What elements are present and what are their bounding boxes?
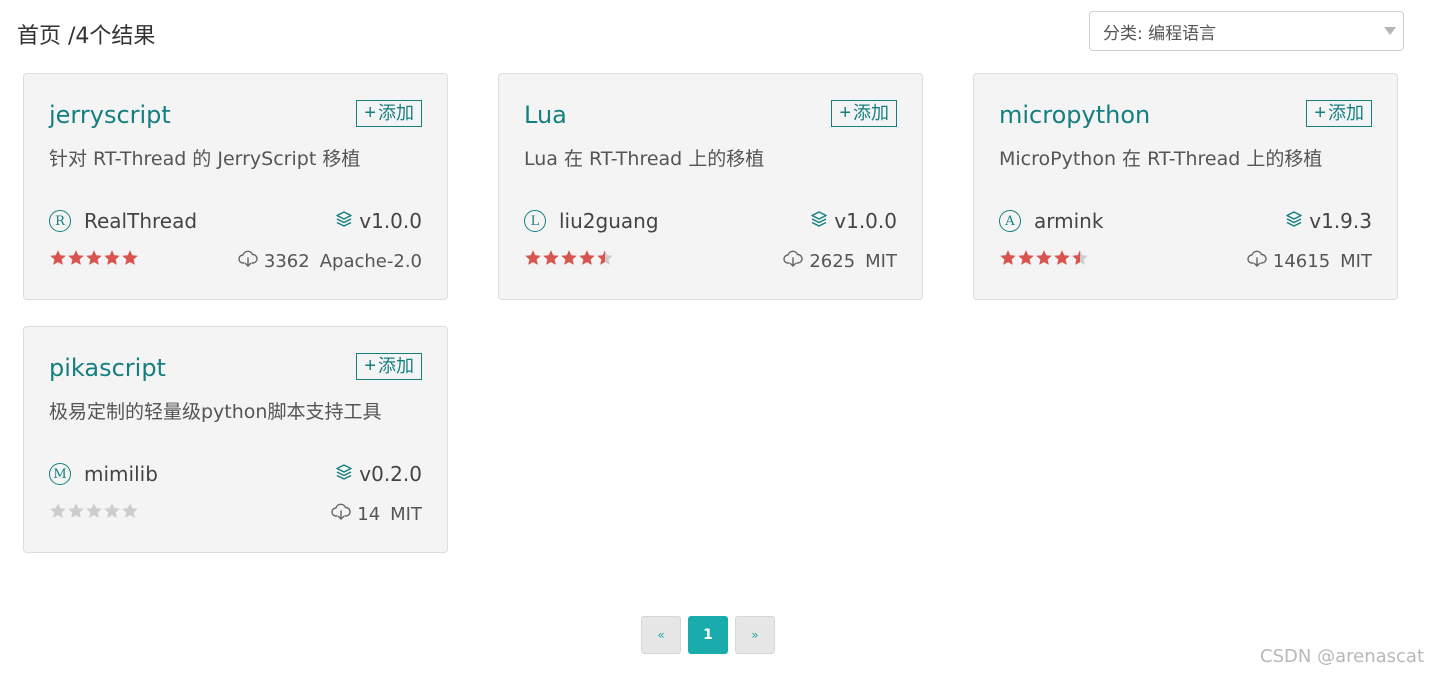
add-button[interactable]: + 添加 xyxy=(831,100,897,127)
star-icon xyxy=(104,503,120,518)
package-description: MicroPython 在 RT-Thread 上的移植 xyxy=(999,148,1323,170)
watermark: CSDN @arenascat xyxy=(1260,646,1424,667)
author-avatar-icon: A xyxy=(999,210,1021,232)
star-icon xyxy=(1018,250,1034,265)
add-button[interactable]: + 添加 xyxy=(1306,100,1372,127)
author-name[interactable]: armink xyxy=(1034,209,1103,233)
version: v0.2.0 xyxy=(335,462,422,486)
package-description: Lua 在 RT-Thread 上的移植 xyxy=(524,148,765,170)
add-button-label: 添加 xyxy=(378,356,414,376)
add-button-label: 添加 xyxy=(1328,103,1364,123)
pagination: « 1 » xyxy=(641,616,775,654)
download-count: 2625 xyxy=(809,251,856,272)
version-text: v1.9.3 xyxy=(1309,209,1372,233)
download-count: 14 xyxy=(357,504,381,525)
rating-stars xyxy=(49,249,139,267)
add-button[interactable]: + 添加 xyxy=(356,353,422,380)
rating-stars xyxy=(49,502,139,520)
star-icon xyxy=(86,250,102,265)
next-page-button[interactable]: » xyxy=(735,616,775,654)
author-name[interactable]: RealThread xyxy=(84,209,197,233)
layers-icon xyxy=(1285,209,1303,233)
version: v1.0.0 xyxy=(335,209,422,233)
cloud-download-icon xyxy=(783,250,804,273)
star-icon xyxy=(597,250,613,265)
add-button-label: 添加 xyxy=(853,103,889,123)
category-select-value: 分类: 编程语言 xyxy=(1103,23,1217,44)
star-icon xyxy=(68,250,84,265)
download-count: 14615 xyxy=(1272,251,1331,272)
star-icon xyxy=(68,503,84,518)
star-icon xyxy=(104,250,120,265)
author-name[interactable]: mimilib xyxy=(84,462,158,486)
page: 首页 /4个结果 分类: 编程语言 jerryscript + 添加 针对 RT… xyxy=(0,0,1439,675)
rating-stars xyxy=(524,249,614,267)
plus-icon: + xyxy=(1314,102,1326,124)
add-button-label: 添加 xyxy=(378,103,414,123)
page-button-current[interactable]: 1 xyxy=(688,616,728,654)
version-text: v1.0.0 xyxy=(359,209,422,233)
star-icon xyxy=(122,503,138,518)
version-text: v0.2.0 xyxy=(359,462,422,486)
author: A armink xyxy=(999,209,1103,233)
author: R RealThread xyxy=(49,209,197,233)
license: MIT xyxy=(390,504,422,525)
package-meta: 14 MIT xyxy=(331,503,422,526)
star-icon xyxy=(561,250,577,265)
author-avatar-icon: M xyxy=(49,463,71,485)
package-name[interactable]: pikascript xyxy=(49,353,166,383)
package-meta: 3362 Apache-2.0 xyxy=(238,250,422,273)
package-meta: 14615 MIT xyxy=(1247,250,1372,273)
cloud-download-icon xyxy=(331,503,351,526)
license: Apache-2.0 xyxy=(319,251,422,272)
rating-stars xyxy=(999,249,1089,267)
plus-icon: + xyxy=(839,102,851,124)
author: M mimilib xyxy=(49,462,158,486)
package-description: 针对 RT-Thread 的 JerryScript 移植 xyxy=(49,148,361,170)
package-name[interactable]: Lua xyxy=(524,100,567,130)
package-card: jerryscript + 添加 针对 RT-Thread 的 JerryScr… xyxy=(23,73,448,300)
package-name[interactable]: jerryscript xyxy=(49,100,171,130)
star-icon xyxy=(1072,250,1088,265)
package-name[interactable]: micropython xyxy=(999,100,1150,130)
layers-icon xyxy=(810,209,828,233)
star-icon xyxy=(122,250,138,265)
breadcrumb: 首页 /4个结果 xyxy=(17,24,156,49)
package-description: 极易定制的轻量级python脚本支持工具 xyxy=(49,401,382,423)
layers-icon xyxy=(335,209,353,233)
prev-page-button[interactable]: « xyxy=(641,616,681,654)
layers-icon xyxy=(335,462,353,486)
plus-icon: + xyxy=(364,102,376,124)
caret-down-icon xyxy=(1384,27,1396,35)
package-card: micropython + 添加 MicroPython 在 RT-Thread… xyxy=(973,73,1398,300)
star-icon xyxy=(1054,250,1070,265)
author: L liu2guang xyxy=(524,209,659,233)
add-button[interactable]: + 添加 xyxy=(356,100,422,127)
license: MIT xyxy=(1340,251,1372,272)
star-icon xyxy=(543,250,559,265)
star-icon xyxy=(1036,250,1052,265)
package-meta: 2625 MIT xyxy=(783,250,897,273)
star-icon xyxy=(50,250,66,265)
cloud-download-icon xyxy=(1247,250,1267,273)
star-icon xyxy=(525,250,541,265)
download-count: 3362 xyxy=(263,251,310,272)
version-text: v1.0.0 xyxy=(834,209,897,233)
category-select[interactable]: 分类: 编程语言 xyxy=(1089,11,1404,51)
author-name[interactable]: liu2guang xyxy=(559,209,659,233)
version: v1.9.3 xyxy=(1285,209,1372,233)
star-icon xyxy=(50,503,66,518)
plus-icon: + xyxy=(364,355,376,377)
star-icon xyxy=(1000,250,1016,265)
author-avatar-icon: L xyxy=(524,210,546,232)
star-icon xyxy=(579,250,595,265)
cloud-download-icon xyxy=(238,250,258,273)
star-icon xyxy=(86,503,102,518)
package-card: pikascript + 添加 极易定制的轻量级python脚本支持工具 M m… xyxy=(23,326,448,553)
license: MIT xyxy=(865,251,897,272)
version: v1.0.0 xyxy=(810,209,897,233)
package-card: Lua + 添加 Lua 在 RT-Thread 上的移植 L liu2guan… xyxy=(498,73,923,300)
author-avatar-icon: R xyxy=(49,210,71,232)
